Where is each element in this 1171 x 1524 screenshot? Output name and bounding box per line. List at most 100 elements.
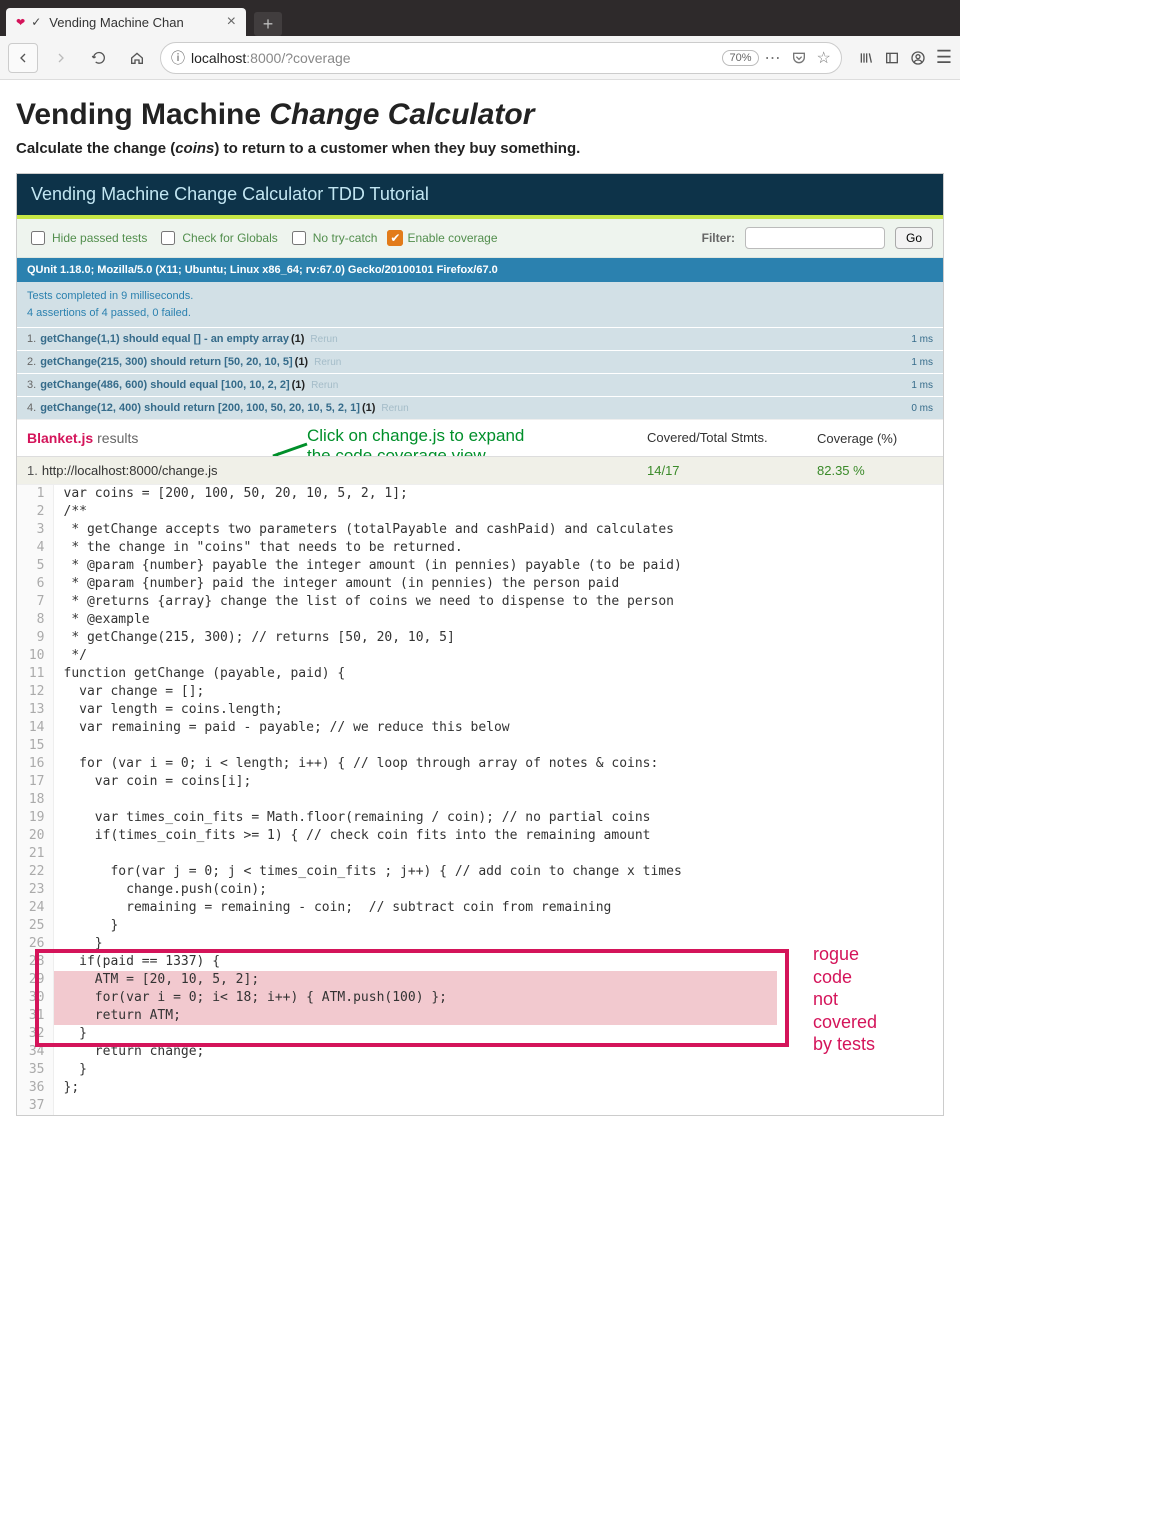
code-text: var length = coins.length;	[53, 701, 777, 719]
coverage-file-row[interactable]: 1. http://localhost:8000/change.js 14/17…	[17, 456, 943, 484]
page-actions-icon[interactable]: ⋯	[765, 48, 781, 68]
qunit-toolbar: Hide passed tests Check for Globals No t…	[17, 219, 943, 258]
summary-line-2: 4 assertions of 4 passed, 0 failed.	[27, 305, 933, 322]
test-index: 4.	[27, 402, 36, 414]
back-button[interactable]	[8, 43, 38, 73]
url-path: /?coverage	[281, 50, 350, 66]
code-line: 22 for(var j = 0; j < times_coin_fits ; …	[17, 863, 777, 881]
line-number: 4	[17, 539, 53, 557]
code-line: 32 }	[17, 1025, 777, 1043]
bookmark-star-icon[interactable]: ☆	[817, 48, 831, 68]
tab-status-check-icon: ✓	[31, 15, 41, 29]
annotation-rogue-label: rogue code not covered by tests	[813, 943, 877, 1056]
line-number: 21	[17, 845, 53, 863]
home-button[interactable]	[122, 43, 152, 73]
code-text: /**	[53, 503, 777, 521]
test-index: 3.	[27, 379, 36, 391]
url-port: :8000	[246, 50, 281, 66]
qunit-test-row[interactable]: 1. getChange(1,1) should equal [] - an e…	[17, 327, 943, 350]
menu-icon[interactable]: ☰	[936, 47, 952, 68]
browser-tab-strip: ❤ ✓ Vending Machine Chan × +	[0, 0, 960, 36]
line-number: 36	[17, 1079, 53, 1097]
test-rerun-link[interactable]: Rerun	[314, 357, 341, 368]
url-host: localhost	[191, 50, 246, 66]
code-line: 21	[17, 845, 777, 863]
code-text: return change;	[53, 1043, 777, 1061]
line-number: 23	[17, 881, 53, 899]
line-number: 35	[17, 1061, 53, 1079]
qunit-test-row[interactable]: 2. getChange(215, 300) should return [50…	[17, 350, 943, 373]
code-text	[53, 737, 777, 755]
browser-toolbar: ⓘ localhost:8000/?coverage 70% ⋯ ☆ ☰	[0, 36, 960, 80]
test-rerun-link[interactable]: Rerun	[311, 380, 338, 391]
line-number: 37	[17, 1097, 53, 1115]
reload-button[interactable]	[84, 43, 114, 73]
code-line: 20 if(times_coin_fits >= 1) { // check c…	[17, 827, 777, 845]
code-line: 15	[17, 737, 777, 755]
filter-input[interactable]	[745, 227, 885, 249]
test-name: getChange(215, 300) should return [50, 2…	[40, 356, 292, 368]
filter-go-button[interactable]: Go	[895, 227, 933, 249]
line-number: 28	[17, 953, 53, 971]
file-stmts: 14/17	[647, 463, 680, 478]
page-content: Vending Machine Change Calculator Calcul…	[0, 80, 960, 1130]
no-trycatch-checkbox[interactable]: No try-catch	[288, 228, 378, 248]
code-text: * @example	[53, 611, 777, 629]
code-line: 11function getChange (payable, paid) {	[17, 665, 777, 683]
forward-button[interactable]	[46, 43, 76, 73]
code-text: function getChange (payable, paid) {	[53, 665, 777, 683]
test-asserts: (1)	[292, 379, 305, 391]
account-icon[interactable]	[910, 50, 926, 66]
page-subtitle: Calculate the change (coins) to return t…	[16, 140, 944, 157]
line-number: 7	[17, 593, 53, 611]
site-info-icon[interactable]: ⓘ	[171, 48, 185, 68]
hide-passed-checkbox[interactable]: Hide passed tests	[27, 228, 147, 248]
code-text: var coin = coins[i];	[53, 773, 777, 791]
tab-close-icon[interactable]: ×	[227, 13, 236, 31]
no-trycatch-label: No try-catch	[313, 231, 378, 245]
code-line: 2/**	[17, 503, 777, 521]
code-line: 28 if(paid == 1337) {	[17, 953, 777, 971]
file-pct: 82.35 %	[817, 463, 865, 478]
code-line: 29 ATM = [20, 10, 5, 2];	[17, 971, 777, 989]
code-text: for(var j = 0; j < times_coin_fits ; j++…	[53, 863, 777, 881]
enable-coverage-label: Enable coverage	[407, 231, 497, 245]
check-globals-label: Check for Globals	[182, 231, 277, 245]
test-asserts: (1)	[295, 356, 308, 368]
code-table: 1var coins = [200, 100, 50, 20, 10, 5, 2…	[17, 485, 777, 1115]
code-line: 30 for(var i = 0; i< 18; i++) { ATM.push…	[17, 989, 777, 1007]
sidebar-icon[interactable]	[884, 50, 900, 66]
code-line: 37	[17, 1097, 777, 1115]
line-number: 13	[17, 701, 53, 719]
qunit-test-row[interactable]: 4. getChange(12, 400) should return [200…	[17, 396, 943, 419]
browser-tab-active[interactable]: ❤ ✓ Vending Machine Chan ×	[6, 8, 246, 36]
test-rerun-link[interactable]: Rerun	[310, 334, 337, 345]
qunit-test-row[interactable]: 3. getChange(486, 600) should equal [100…	[17, 373, 943, 396]
code-text: remaining = remaining - coin; // subtrac…	[53, 899, 777, 917]
page-title-plain: Vending Machine	[16, 98, 269, 131]
new-tab-button[interactable]: +	[254, 12, 282, 36]
code-text: var coins = [200, 100, 50, 20, 10, 5, 2,…	[53, 485, 777, 503]
line-number: 14	[17, 719, 53, 737]
checkbox-checked-icon	[387, 230, 403, 246]
favicon-heart-icon: ❤	[16, 16, 25, 29]
blanket-header: Blanket.js results Covered/Total Stmts. …	[17, 419, 943, 456]
code-line: 7 * @returns {array} change the list of …	[17, 593, 777, 611]
code-text: var times_coin_fits = Math.floor(remaini…	[53, 809, 777, 827]
pocket-icon[interactable]	[791, 50, 807, 66]
line-number: 11	[17, 665, 53, 683]
address-bar[interactable]: ⓘ localhost:8000/?coverage 70% ⋯ ☆	[160, 42, 842, 74]
code-text: * @param {number} paid the integer amoun…	[53, 575, 777, 593]
line-number: 20	[17, 827, 53, 845]
test-name: getChange(12, 400) should return [200, 1…	[40, 402, 360, 414]
zoom-badge[interactable]: 70%	[722, 50, 758, 66]
enable-coverage-checkbox[interactable]: Enable coverage	[387, 230, 497, 246]
check-globals-checkbox[interactable]: Check for Globals	[157, 228, 277, 248]
code-line: 36};	[17, 1079, 777, 1097]
line-number: 32	[17, 1025, 53, 1043]
library-icon[interactable]	[858, 50, 874, 66]
code-text: return ATM;	[53, 1007, 777, 1025]
line-number: 16	[17, 755, 53, 773]
test-rerun-link[interactable]: Rerun	[381, 403, 408, 414]
test-asserts: (1)	[362, 402, 375, 414]
